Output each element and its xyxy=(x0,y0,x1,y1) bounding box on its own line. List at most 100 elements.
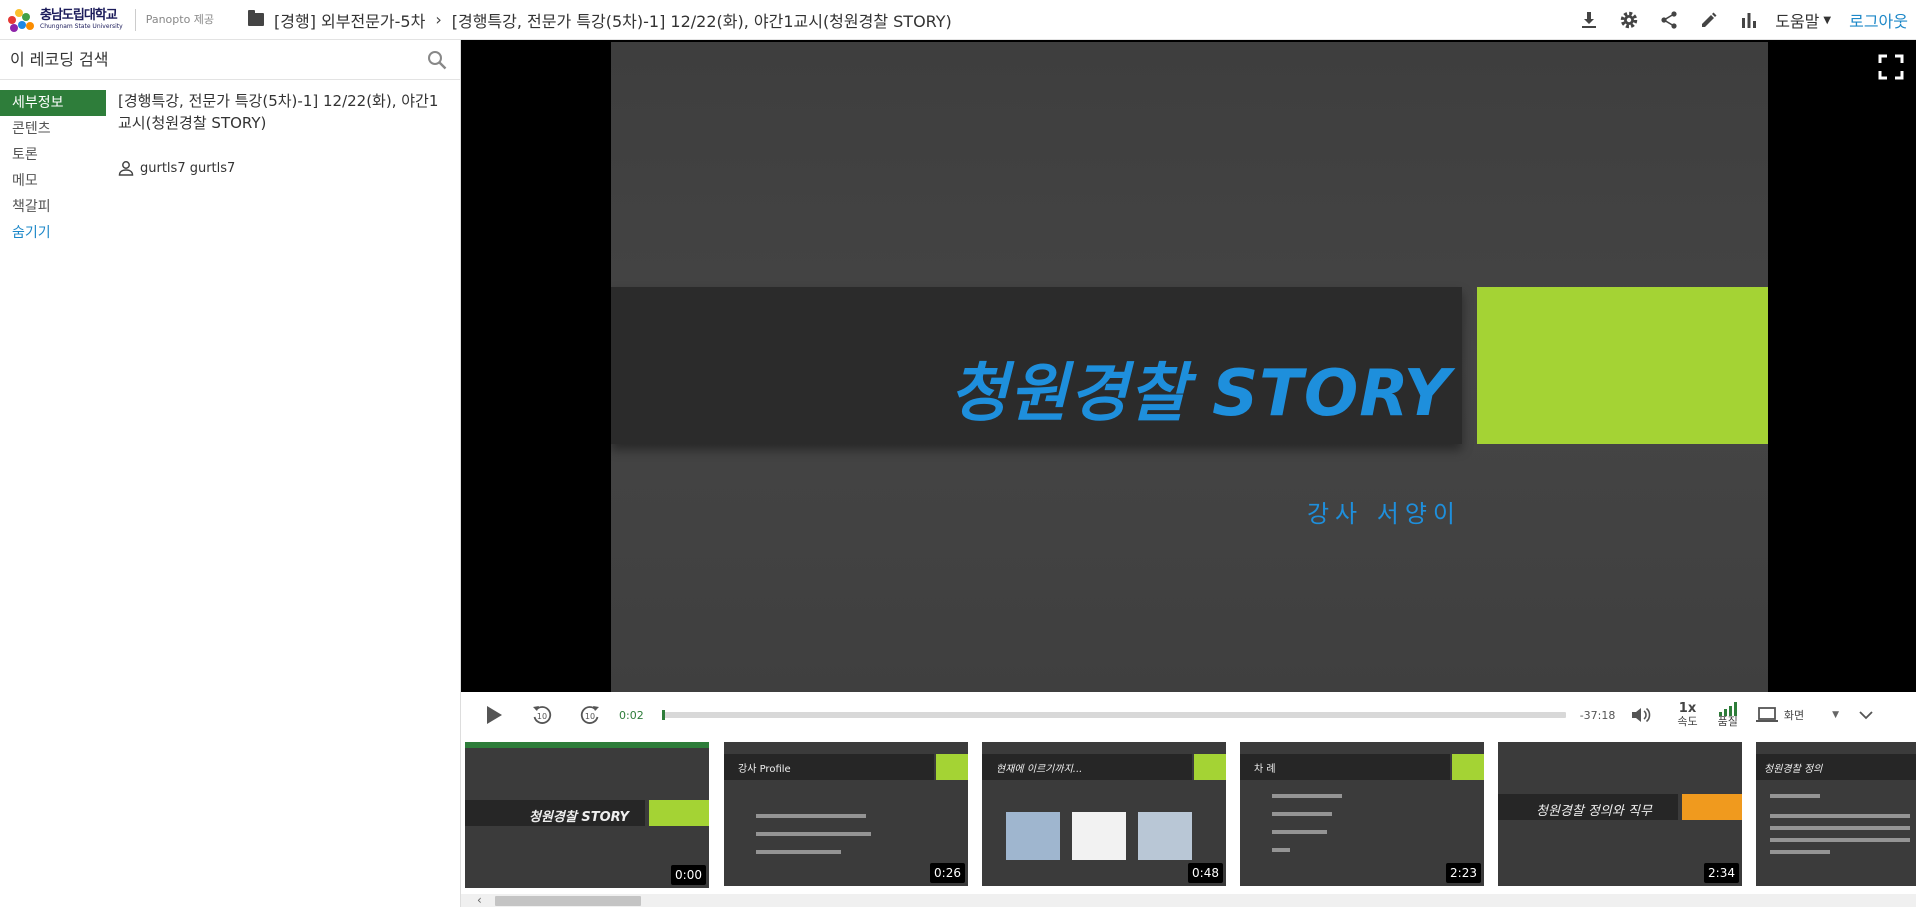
sidebar-item-bookmarks[interactable]: 책갈피 xyxy=(0,194,106,220)
sidebar-item-discussion[interactable]: 토론 xyxy=(0,142,106,168)
sidebar-item-contents[interactable]: 콘텐츠 xyxy=(0,116,106,142)
progress-handle[interactable] xyxy=(661,710,665,720)
download-icon[interactable] xyxy=(1569,0,1609,40)
share-icon[interactable] xyxy=(1649,0,1689,40)
thumb-text-line xyxy=(1272,794,1342,798)
remaining-time: -37:18 xyxy=(1579,708,1616,722)
thumb-photo xyxy=(1072,812,1126,860)
breadcrumb-folder-link[interactable]: [경행] 외부전문가-5차 xyxy=(274,8,425,32)
sidebar-hide-link[interactable]: 숨기기 xyxy=(0,220,106,246)
quality-label: 품질 xyxy=(1717,714,1738,728)
thumbnail-item[interactable]: 청원경찰 정의와 직무 2:34 xyxy=(1498,742,1742,886)
quality-button[interactable]: 품질 xyxy=(1717,701,1738,728)
scrollbar-thumb[interactable] xyxy=(495,896,641,906)
screen-label: 화면 xyxy=(1783,709,1805,722)
thumb-text-line xyxy=(1272,830,1327,834)
breadcrumb-session-title: [경행특강, 전문가 특강(5차)-1] 12/22(화), 야간1교시(청원경… xyxy=(451,11,952,31)
thumb-accent xyxy=(936,754,968,780)
folder-icon xyxy=(248,10,265,26)
thumb-title: 강사 Profile xyxy=(738,764,791,775)
logo-name-en: Chungnam State University xyxy=(40,23,123,30)
slide-title: 청원경찰 STORY xyxy=(949,357,1451,431)
thumb-accent xyxy=(1452,754,1484,780)
search-icon[interactable] xyxy=(426,49,448,71)
thumb-title: 청원경찰 STORY xyxy=(529,810,629,825)
provider-label[interactable]: Panopto 제공 xyxy=(134,8,214,31)
thumb-text-line xyxy=(1770,838,1910,842)
svg-text:10: 10 xyxy=(585,712,595,721)
video-slide: 청원경찰 STORY 강사 서양이 xyxy=(611,42,1768,692)
stats-icon[interactable] xyxy=(1729,0,1769,40)
sidebar-item-notes[interactable]: 메모 xyxy=(0,168,106,194)
thumb-photo xyxy=(1006,812,1060,860)
thumb-accent xyxy=(1682,794,1742,820)
svg-text:10: 10 xyxy=(537,712,547,721)
help-menu[interactable]: 도움말 ▼ xyxy=(1775,8,1831,32)
thumb-time: 2:34 xyxy=(1704,863,1739,883)
thumbnail-strip: 청원경찰 STORY 0:00 강사 Profile 0:26 현재에 이르기까… xyxy=(461,738,1916,894)
slide-accent-block xyxy=(1477,287,1768,444)
thumb-text-line xyxy=(756,814,866,818)
thumbnail-item[interactable]: 차 례 2:23 xyxy=(1240,742,1484,886)
player-controls: 10 10 0:02 -37:18 1x 속도 품질 화면 ▼ xyxy=(461,692,1916,738)
fullscreen-icon[interactable] xyxy=(1878,54,1904,80)
session-owner: gurtls7 gurtls7 xyxy=(118,160,448,176)
speed-value: 1x xyxy=(1678,700,1697,716)
left-panel: 세부정보 콘텐츠 토론 메모 책갈피 숨기기 [경행특강, 전문가 특강(5차)… xyxy=(0,40,461,907)
thumb-accent xyxy=(1194,754,1226,780)
thumbnail-item[interactable]: 청원경찰 정의 xyxy=(1756,742,1916,886)
forward-10-icon[interactable]: 10 xyxy=(579,704,601,726)
thumb-photo xyxy=(1138,812,1192,860)
recording-search xyxy=(0,40,460,80)
header-actions: 도움말 ▼ 로그아웃 xyxy=(1569,0,1916,40)
video-player[interactable]: 청원경찰 STORY 강사 서양이 xyxy=(461,40,1916,692)
caret-down-icon: ▼ xyxy=(1832,710,1840,720)
scroll-left-icon[interactable]: ‹ xyxy=(477,893,482,907)
search-input[interactable] xyxy=(10,50,410,69)
collapse-chevron-icon[interactable] xyxy=(1859,710,1873,720)
thumbnail-item[interactable]: 강사 Profile 0:26 xyxy=(724,742,968,886)
sidebar-item-details[interactable]: 세부정보 xyxy=(0,90,106,116)
logo-flower-icon xyxy=(6,7,36,33)
screen-selector[interactable]: 화면 ▼ xyxy=(1755,707,1840,723)
thumb-title: 청원경찰 정의와 직무 xyxy=(1536,804,1652,819)
thumb-text-line xyxy=(1770,794,1820,798)
sidebar-nav: 세부정보 콘텐츠 토론 메모 책갈피 숨기기 xyxy=(0,90,106,246)
progress-bar[interactable] xyxy=(661,710,1566,720)
logo-name-ko: 충남도립대학교 xyxy=(40,8,118,23)
logo-text: 충남도립대학교 Chungnam State University xyxy=(40,9,123,30)
slide-lecturer: 강사 서양이 xyxy=(1306,500,1461,528)
thumb-text-line xyxy=(1770,826,1910,830)
thumb-title: 현재에 이르기까지... xyxy=(996,764,1083,775)
logout-link[interactable]: 로그아웃 xyxy=(1849,8,1908,32)
session-details: [경행특강, 전문가 특강(5차)-1] 12/22(화), 야간1교시(청원경… xyxy=(118,90,448,176)
thumbnail-scrollbar[interactable]: ‹ xyxy=(461,893,1916,907)
thumb-text-line xyxy=(756,850,841,854)
owner-name[interactable]: gurtls7 gurtls7 xyxy=(140,161,235,176)
rewind-10-icon[interactable]: 10 xyxy=(531,704,553,726)
thumb-text-line xyxy=(756,832,871,836)
thumb-title: 차 례 xyxy=(1254,764,1276,775)
session-title: [경행특강, 전문가 특강(5차)-1] 12/22(화), 야간1교시(청원경… xyxy=(118,92,439,132)
thumbnail-item[interactable]: 현재에 이르기까지... 0:48 xyxy=(982,742,1226,886)
gear-icon[interactable] xyxy=(1609,0,1649,40)
university-logo[interactable]: 충남도립대학교 Chungnam State University xyxy=(6,0,123,40)
pencil-icon[interactable] xyxy=(1689,0,1729,40)
thumb-time: 0:48 xyxy=(1188,863,1223,883)
laptop-icon xyxy=(1755,707,1778,722)
thumb-accent xyxy=(649,800,709,826)
top-header: 충남도립대학교 Chungnam State University Panopt… xyxy=(0,0,1916,40)
volume-icon[interactable] xyxy=(1631,706,1653,724)
current-time: 0:02 xyxy=(619,708,644,722)
breadcrumb: [경행] 외부전문가-5차 › [경행특강, 전문가 특강(5차)-1] 12/… xyxy=(248,8,952,32)
speed-label: 속도 xyxy=(1677,715,1698,729)
thumb-text-line xyxy=(1272,848,1290,852)
user-icon xyxy=(118,161,134,176)
play-icon[interactable] xyxy=(485,705,503,725)
thumb-text-line xyxy=(1272,812,1332,816)
thumb-time: 0:00 xyxy=(671,865,706,885)
thumb-title: 청원경찰 정의 xyxy=(1764,764,1823,775)
thumbnail-item[interactable]: 청원경찰 STORY 0:00 xyxy=(465,742,709,888)
speed-button[interactable]: 1x 속도 xyxy=(1677,700,1698,729)
thumb-time: 2:23 xyxy=(1446,863,1481,883)
